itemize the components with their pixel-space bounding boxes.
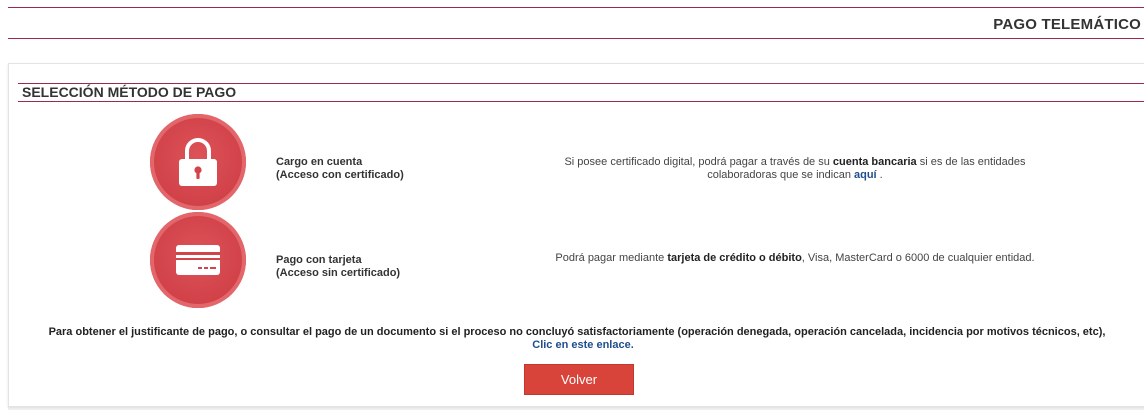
card-payment-subtitle: (Acceso sin certificado) [276,267,401,279]
credit-card-icon [176,245,220,275]
payment-method-card: Pago con tarjeta (Acceso sin certificado… [9,212,1144,308]
padlock-icon [179,138,217,186]
receipt-link-row: Clic en este enlace. [9,339,1144,352]
header-divider [8,38,1144,39]
back-button[interactable]: Volver [524,364,634,395]
card-payment-label[interactable]: Pago con tarjeta (Acceso sin certificado… [276,254,400,280]
account-desc-bold: cuenta bancaria [832,156,917,168]
section-title: SELECCIÓN MÉTODO DE PAGO [22,84,237,100]
receipt-link[interactable]: Clic en este enlace. [532,339,634,351]
card-desc-text: Podrá pagar mediante [555,252,668,264]
receipt-note: Para obtener el justificante de pago, o … [48,326,1106,338]
account-payment-title: Cargo en cuenta [276,156,363,168]
bottom-divider [8,407,1144,410]
page-title: PAGO TELEMÁTICO [993,16,1141,33]
account-payment-description: Si posee certificado digital, podrá paga… [459,156,1131,182]
account-desc-line2: colaboradoras que se indican aquí . [459,169,1131,182]
payment-method-panel: SELECCIÓN MÉTODO DE PAGO Cargo en cuenta… [8,63,1144,407]
payment-page: PAGO TELEMÁTICO SELECCIÓN MÉTODO DE PAGO… [0,0,1144,419]
card-payment-button[interactable] [150,212,246,308]
account-desc-end: . [876,169,883,181]
account-payment-label[interactable]: Cargo en cuenta (Acceso con certificado) [276,156,404,182]
card-desc-text-2: , Visa, MasterCard o 6000 de cualquier e… [801,252,1035,264]
account-payment-subtitle: (Acceso con certificado) [276,169,404,181]
account-desc-text-3: colaboradoras que se indican [707,169,854,181]
card-payment-title: Pago con tarjeta [276,254,362,266]
account-desc-line1: Si posee certificado digital, podrá paga… [459,156,1131,169]
account-desc-text-2: si es de las entidades [916,156,1026,168]
card-payment-description: Podrá pagar mediante tarjeta de crédito … [459,252,1131,265]
account-desc-text: Si posee certificado digital, podrá paga… [564,156,833,168]
card-desc-bold: tarjeta de crédito o débito [667,252,802,264]
top-divider [8,7,1144,8]
card-desc-line1: Podrá pagar mediante tarjeta de crédito … [459,252,1131,265]
entities-link[interactable]: aquí [854,169,877,181]
section-divider-bottom [18,101,1144,102]
payment-method-account: Cargo en cuenta (Acceso con certificado)… [9,114,1144,210]
account-payment-button[interactable] [150,114,246,210]
